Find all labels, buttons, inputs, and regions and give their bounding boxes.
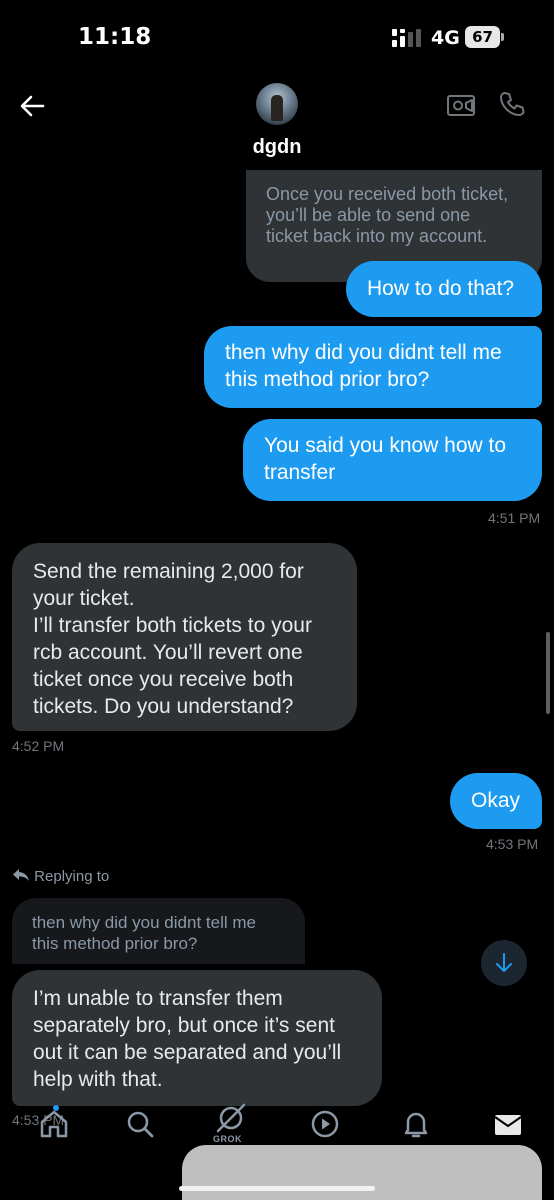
home-icon[interactable] — [38, 1108, 70, 1140]
message-timestamp: 4:52 PM — [12, 738, 65, 754]
mail-icon[interactable] — [492, 1108, 524, 1140]
network-type: 4G — [431, 27, 460, 49]
status-time: 11:18 — [78, 24, 152, 50]
quoted-message[interactable]: then why did you didnt tell me this meth… — [12, 898, 305, 964]
replying-to-text: Replying to — [34, 868, 110, 885]
scroll-to-bottom-button[interactable] — [481, 940, 527, 986]
battery-level: 67 — [465, 26, 500, 48]
conversation-header: dgdn — [0, 70, 554, 170]
contact-avatar[interactable] — [256, 83, 298, 125]
bell-icon[interactable] — [400, 1108, 432, 1140]
cellular-signal-icon — [392, 29, 421, 47]
replying-to-label: Replying to — [12, 868, 109, 885]
message-timestamp: 4:51 PM — [488, 510, 541, 526]
reply-arrow-icon — [13, 869, 29, 881]
message-bubble-outgoing[interactable]: Okay — [450, 773, 542, 829]
bottom-sheet — [182, 1145, 542, 1200]
grok-icon[interactable] — [215, 1102, 247, 1134]
grok-label: GROK — [213, 1134, 242, 1144]
home-indicator[interactable] — [179, 1186, 375, 1191]
arrow-down-icon — [496, 953, 512, 972]
notification-dot — [53, 1105, 59, 1111]
search-icon[interactable] — [124, 1108, 156, 1140]
message-bubble-outgoing[interactable]: You said you know how to transfer — [243, 419, 542, 501]
message-bubble-incoming[interactable]: I’m unable to transfer them separately b… — [12, 970, 382, 1106]
battery-icon: 67 — [465, 26, 505, 48]
phone-call-icon[interactable] — [498, 90, 526, 118]
message-bubble-outgoing[interactable]: then why did you didnt tell me this meth… — [204, 326, 542, 408]
video-call-icon[interactable] — [446, 92, 476, 118]
contact-name[interactable]: dgdn — [0, 136, 554, 159]
message-bubble-outgoing[interactable]: How to do that? — [346, 261, 542, 317]
scrollbar[interactable] — [546, 632, 550, 714]
status-bar: 11:18 4G 67 — [0, 0, 554, 70]
message-timestamp: 4:53 PM — [486, 836, 539, 852]
back-arrow-icon[interactable] — [18, 92, 46, 120]
message-list[interactable]: Once you received both ticket, you’ll be… — [0, 168, 554, 1118]
video-play-icon[interactable] — [309, 1108, 341, 1140]
bottom-navigation: 4:53 PM GROK — [0, 1100, 554, 1150]
message-bubble-incoming[interactable]: Send the remaining 2,000 for your ticket… — [12, 543, 357, 731]
